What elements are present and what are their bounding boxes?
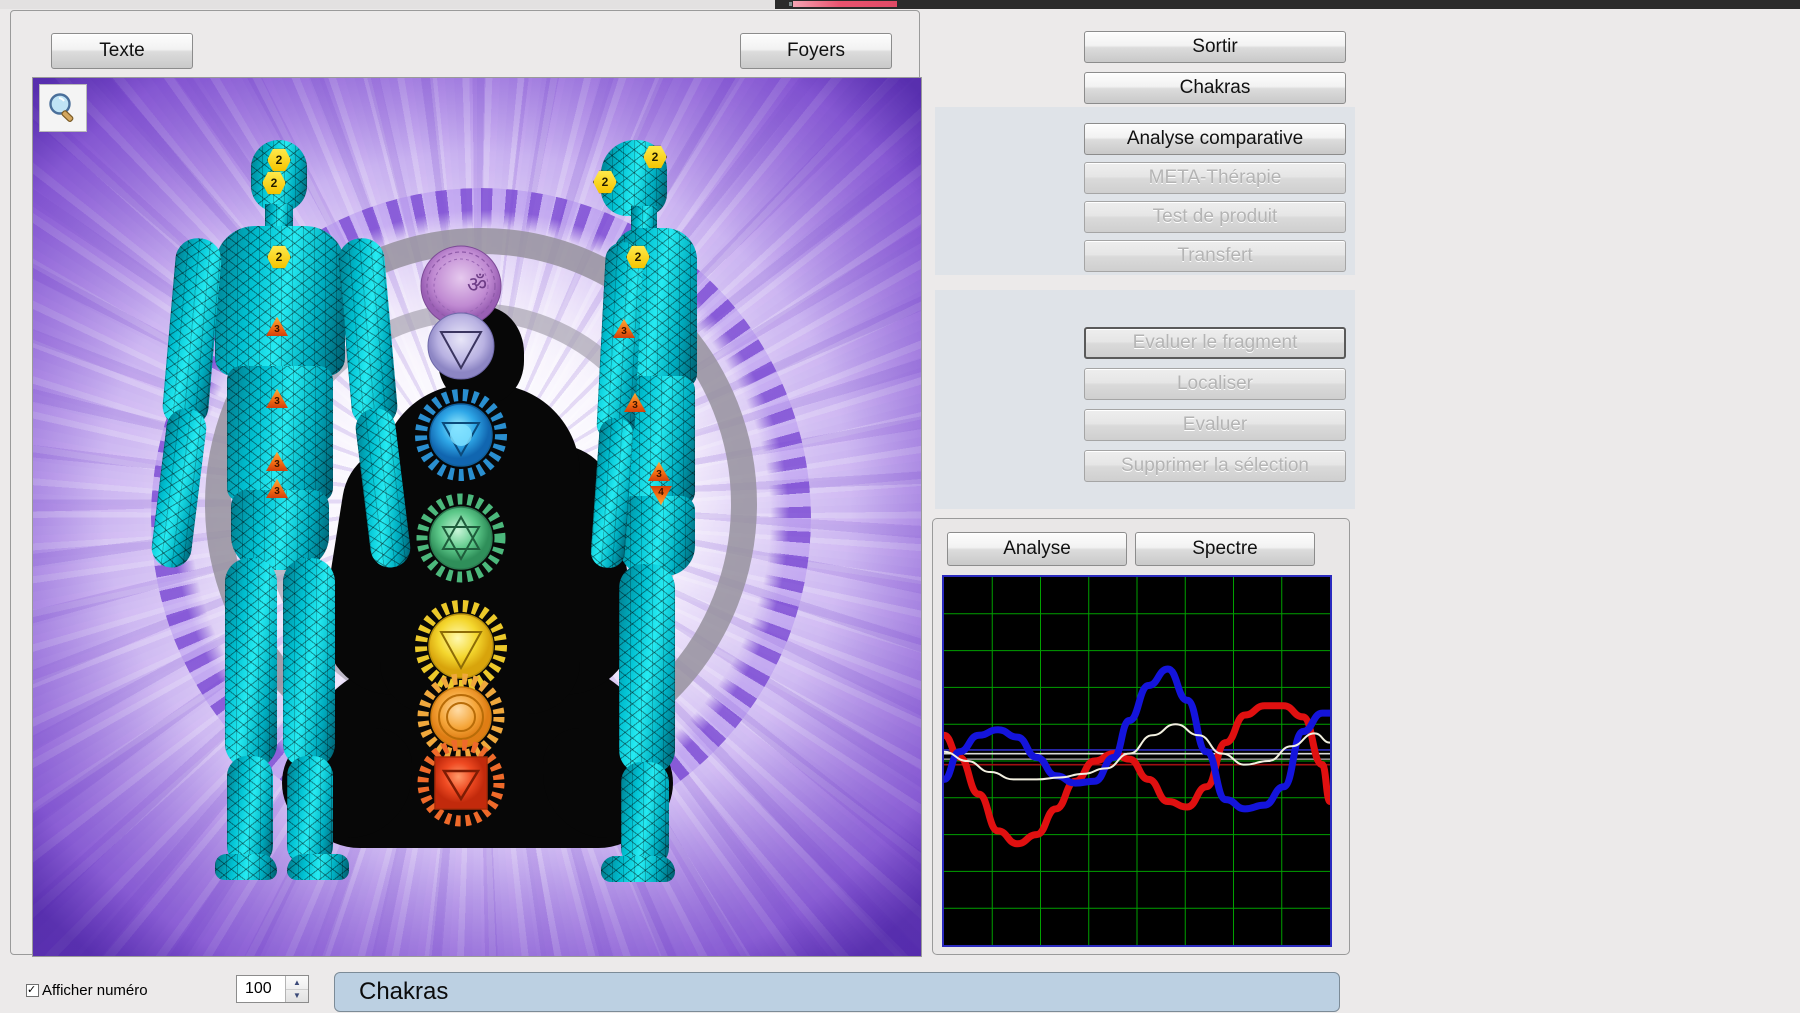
- test-de-produit-button: Test de produit: [1084, 201, 1346, 233]
- magnifier-glyph: [49, 93, 74, 122]
- analyse-comparative-button[interactable]: Analyse comparative: [1084, 123, 1346, 155]
- top-strip-dark-area: [775, 0, 1800, 9]
- supprimer-la-selection-button: Supprimer la sélection: [1084, 450, 1346, 482]
- plot-canvas: [944, 577, 1330, 945]
- tab-spectre[interactable]: Spectre: [1135, 532, 1315, 566]
- progress-tick: [789, 2, 792, 6]
- left-image-panel: Texte Foyers ॐ 2 2 2 3 3 3 3 2 2 2 3 3 3…: [10, 10, 922, 957]
- spinner-buttons[interactable]: ▲ ▼: [285, 976, 308, 1002]
- spinner-value[interactable]: 100: [237, 976, 285, 1002]
- afficher-numero-checkbox-wrap[interactable]: ✓ Afficher numéro: [26, 982, 148, 999]
- foyers-button[interactable]: Foyers: [740, 33, 892, 69]
- chakra-image: ॐ 2 2 2 3 3 3 3 2 2 2 3 3 3 4: [33, 78, 921, 956]
- selected-item-field[interactable]: Chakras: [334, 972, 1340, 1012]
- magnifier-icon[interactable]: [39, 84, 87, 132]
- afficher-numero-label: Afficher numéro: [42, 982, 148, 999]
- evaluer-button: Evaluer: [1084, 409, 1346, 441]
- human-figure-front: [143, 118, 423, 918]
- top-progress-bar: [793, 1, 897, 7]
- localiser-button: Localiser: [1084, 368, 1346, 400]
- texte-button[interactable]: Texte: [51, 33, 193, 69]
- transfert-button: Transfert: [1084, 240, 1346, 272]
- analysis-panel: Analyse Spectre: [932, 518, 1350, 955]
- evaluer-le-fragment-button: Evaluer le fragment: [1084, 327, 1346, 359]
- number-spinner[interactable]: 100 ▲ ▼: [236, 975, 309, 1003]
- sortir-button[interactable]: Sortir: [1084, 31, 1346, 63]
- check-icon: ✓: [27, 984, 37, 996]
- human-figure-profile: [543, 118, 773, 918]
- afficher-numero-checkbox[interactable]: ✓: [26, 984, 39, 997]
- spinner-up-icon[interactable]: ▲: [286, 976, 308, 990]
- spinner-down-icon[interactable]: ▼: [286, 990, 308, 1003]
- application-window: Texte Foyers ॐ 2 2 2 3 3 3 3 2 2 2 3 3 3…: [0, 0, 1800, 1013]
- analysis-plot[interactable]: [942, 575, 1332, 947]
- meta-therapie-button: META-Thérapie: [1084, 162, 1346, 194]
- tab-analyse[interactable]: Analyse: [947, 532, 1127, 566]
- chakra-image-viewport[interactable]: ॐ 2 2 2 3 3 3 3 2 2 2 3 3 3 4: [32, 77, 922, 957]
- chakras-button[interactable]: Chakras: [1084, 72, 1346, 104]
